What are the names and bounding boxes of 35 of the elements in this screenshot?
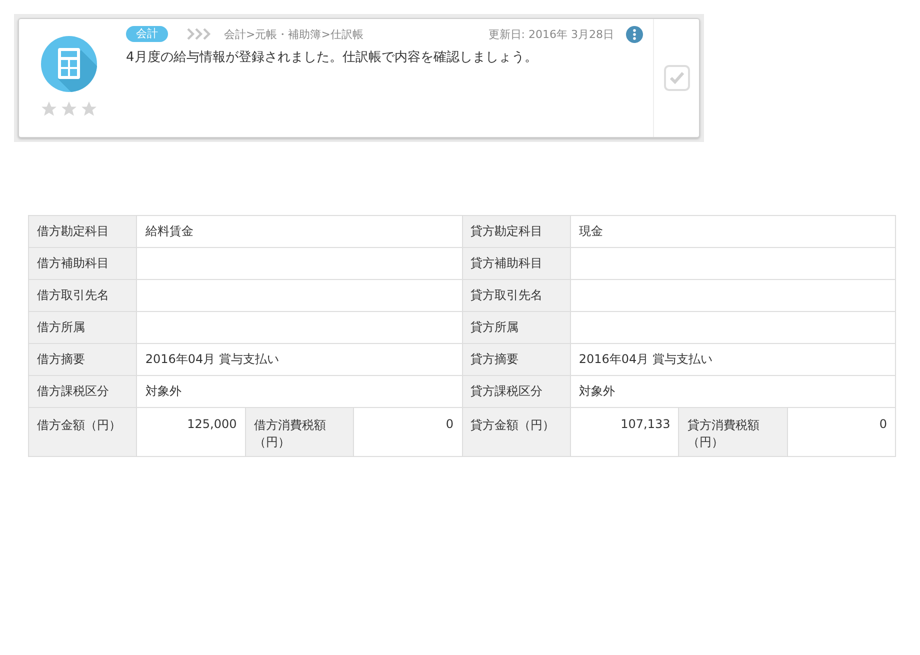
amount-value: 125,000 bbox=[136, 408, 246, 456]
field-label: 借方勘定科目 bbox=[28, 216, 137, 248]
field-label: 借方補助科目 bbox=[28, 248, 137, 280]
more-icon[interactable] bbox=[626, 26, 643, 42]
star-icon bbox=[40, 100, 58, 118]
field-value: 2016年04月 賞与支払い bbox=[570, 344, 896, 376]
field-label: 貸方課税区分 bbox=[462, 376, 570, 408]
field-value: 2016年04月 賞与支払い bbox=[136, 344, 462, 376]
field-value: 現金 bbox=[570, 216, 896, 248]
breadcrumb: 会計>元帳・補助簿>仕訳帳 bbox=[224, 26, 364, 42]
field-label: 貸方金額（円） bbox=[462, 408, 570, 456]
field-label: 貸方消費税額（円） bbox=[678, 408, 788, 456]
field-label: 借方金額（円） bbox=[28, 408, 137, 456]
field-label: 貸方所属 bbox=[462, 312, 570, 344]
notification-message: 4月度の給与情報が登録されました。仕訳帳で内容を確認しましょう。 bbox=[126, 49, 538, 66]
field-label: 借方取引先名 bbox=[28, 280, 137, 312]
amount-value: 0 bbox=[354, 408, 462, 456]
field-label: 貸方勘定科目 bbox=[462, 216, 570, 248]
star-rating[interactable] bbox=[40, 100, 98, 118]
check-button[interactable] bbox=[664, 65, 690, 91]
updated-date: 更新日: 2016年 3月28日 bbox=[488, 26, 614, 42]
star-icon bbox=[60, 100, 78, 118]
category-tag: 会計 bbox=[126, 26, 168, 42]
star-icon bbox=[80, 100, 98, 118]
field-label: 貸方取引先名 bbox=[462, 280, 570, 312]
field-label: 貸方摘要 bbox=[462, 344, 570, 376]
field-label: 借方摘要 bbox=[28, 344, 137, 376]
field-label: 借方所属 bbox=[28, 312, 137, 344]
field-label: 借方消費税額（円） bbox=[245, 408, 354, 456]
field-label: 借方課税区分 bbox=[28, 376, 137, 408]
field-label: 貸方補助科目 bbox=[462, 248, 570, 280]
check-icon bbox=[668, 71, 684, 85]
field-value: 給料賃金 bbox=[136, 216, 462, 248]
calculator-icon bbox=[41, 36, 97, 92]
amount-value: 0 bbox=[787, 408, 896, 456]
